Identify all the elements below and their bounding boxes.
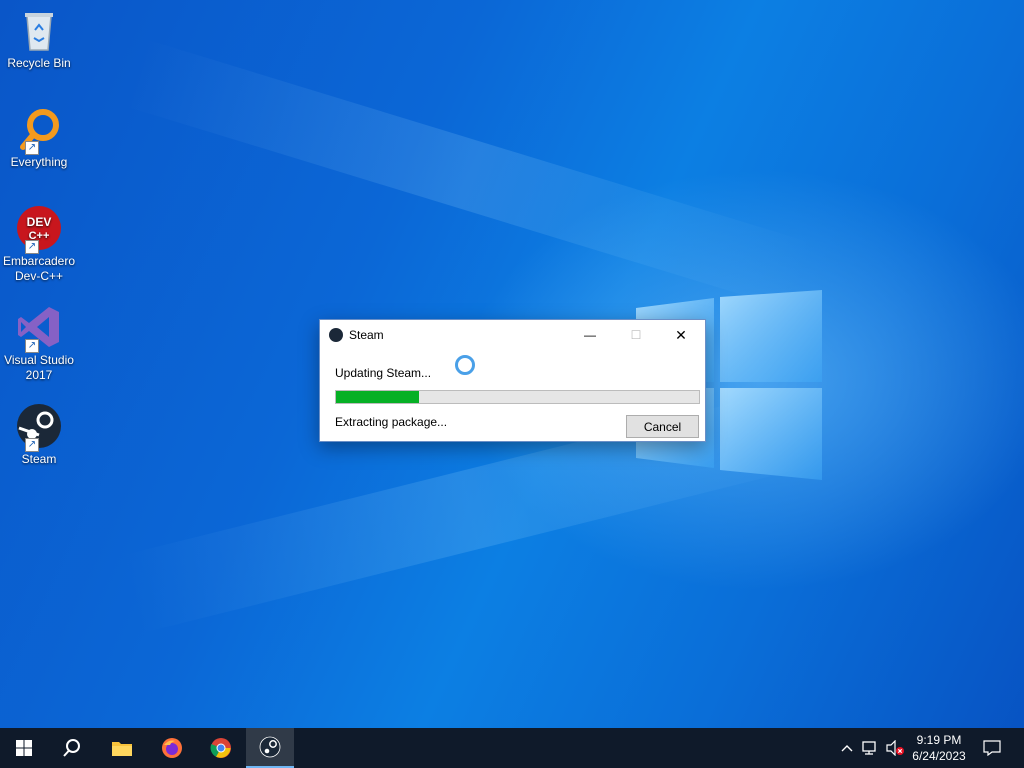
desktop-icon-label: Steam — [21, 452, 57, 466]
everything-search-icon: ↗ — [15, 105, 63, 155]
desktop-icon-label: Everything — [10, 155, 68, 169]
chevron-up-icon — [841, 745, 853, 752]
minimize-button[interactable]: — — [567, 320, 613, 350]
desktop-icon-visual-studio[interactable]: ↗ Visual Studio 2017 — [2, 303, 76, 383]
taskbar-chrome[interactable] — [197, 728, 245, 768]
chrome-icon — [210, 738, 231, 758]
steam-icon: ↗ — [15, 402, 63, 452]
minimize-icon: — — [584, 328, 596, 342]
firefox-icon — [162, 738, 182, 758]
clock-time: 9:19 PM — [916, 733, 962, 747]
network-icon — [862, 741, 876, 755]
search-icon — [63, 739, 80, 757]
update-status-text: Updating Steam... — [335, 366, 432, 380]
taskbar-clock[interactable]: 9:19 PM 6/24/2023 — [904, 732, 974, 764]
desktop-icon-everything[interactable]: ↗ Everything — [2, 105, 76, 170]
desktop-icon-steam[interactable]: ↗ Steam — [2, 402, 76, 467]
visual-studio-icon: ↗ — [15, 303, 63, 353]
taskbar-steam[interactable] — [246, 728, 294, 768]
shortcut-arrow-icon: ↗ — [25, 141, 39, 155]
steam-icon — [259, 736, 281, 758]
action-center-button[interactable] — [978, 728, 1006, 768]
start-button[interactable] — [0, 728, 48, 768]
shortcut-arrow-icon: ↗ — [25, 438, 39, 452]
tray-network-button[interactable] — [860, 728, 882, 768]
desktop-icon-devcpp[interactable]: DEV C++ ↗ Embarcadero Dev-C++ — [2, 204, 76, 284]
desktop-icon-label: Embarcadero Dev-C++ — [2, 254, 76, 283]
update-substatus-text: Extracting package... — [335, 415, 448, 429]
file-explorer-icon — [112, 742, 132, 756]
desktop-icon-label: Recycle Bin — [7, 56, 71, 70]
maximize-icon: ☐ — [630, 328, 642, 342]
loading-spinner-icon — [455, 355, 475, 375]
taskbar: 9:19 PM 6/24/2023 — [0, 728, 1024, 768]
steam-update-dialog: Steam — ☐ ✕ Updating Steam... Extracting… — [319, 319, 706, 442]
windows-start-icon — [16, 740, 32, 756]
progress-fill — [336, 391, 420, 403]
notification-icon — [983, 740, 1001, 756]
desktop-icon-recycle-bin[interactable]: Recycle Bin — [2, 6, 76, 71]
devcpp-icon: DEV C++ ↗ — [15, 204, 63, 254]
volume-muted-icon — [886, 740, 904, 756]
dialog-title: Steam — [349, 328, 384, 342]
maximize-button: ☐ — [613, 320, 659, 350]
desktop-icon-label: Visual Studio 2017 — [4, 353, 74, 382]
update-progress-bar — [335, 390, 700, 404]
clock-date: 6/24/2023 — [912, 749, 966, 763]
close-icon: ✕ — [675, 326, 687, 343]
taskbar-firefox[interactable] — [148, 728, 196, 768]
steam-icon — [329, 328, 343, 342]
tray-overflow-button[interactable] — [838, 728, 856, 768]
close-button[interactable]: ✕ — [658, 320, 704, 350]
cancel-button[interactable]: Cancel — [626, 415, 699, 438]
shortcut-arrow-icon: ↗ — [25, 240, 39, 254]
dialog-titlebar[interactable]: Steam — ☐ ✕ — [320, 320, 705, 350]
shortcut-arrow-icon: ↗ — [25, 339, 39, 353]
tray-volume-button[interactable] — [884, 728, 906, 768]
recycle-bin-icon — [15, 6, 63, 54]
taskbar-file-explorer[interactable] — [98, 728, 146, 768]
devcpp-logo-text: DEV — [27, 215, 52, 229]
wallpaper-beam — [125, 39, 815, 311]
taskbar-search-button[interactable] — [48, 728, 96, 768]
